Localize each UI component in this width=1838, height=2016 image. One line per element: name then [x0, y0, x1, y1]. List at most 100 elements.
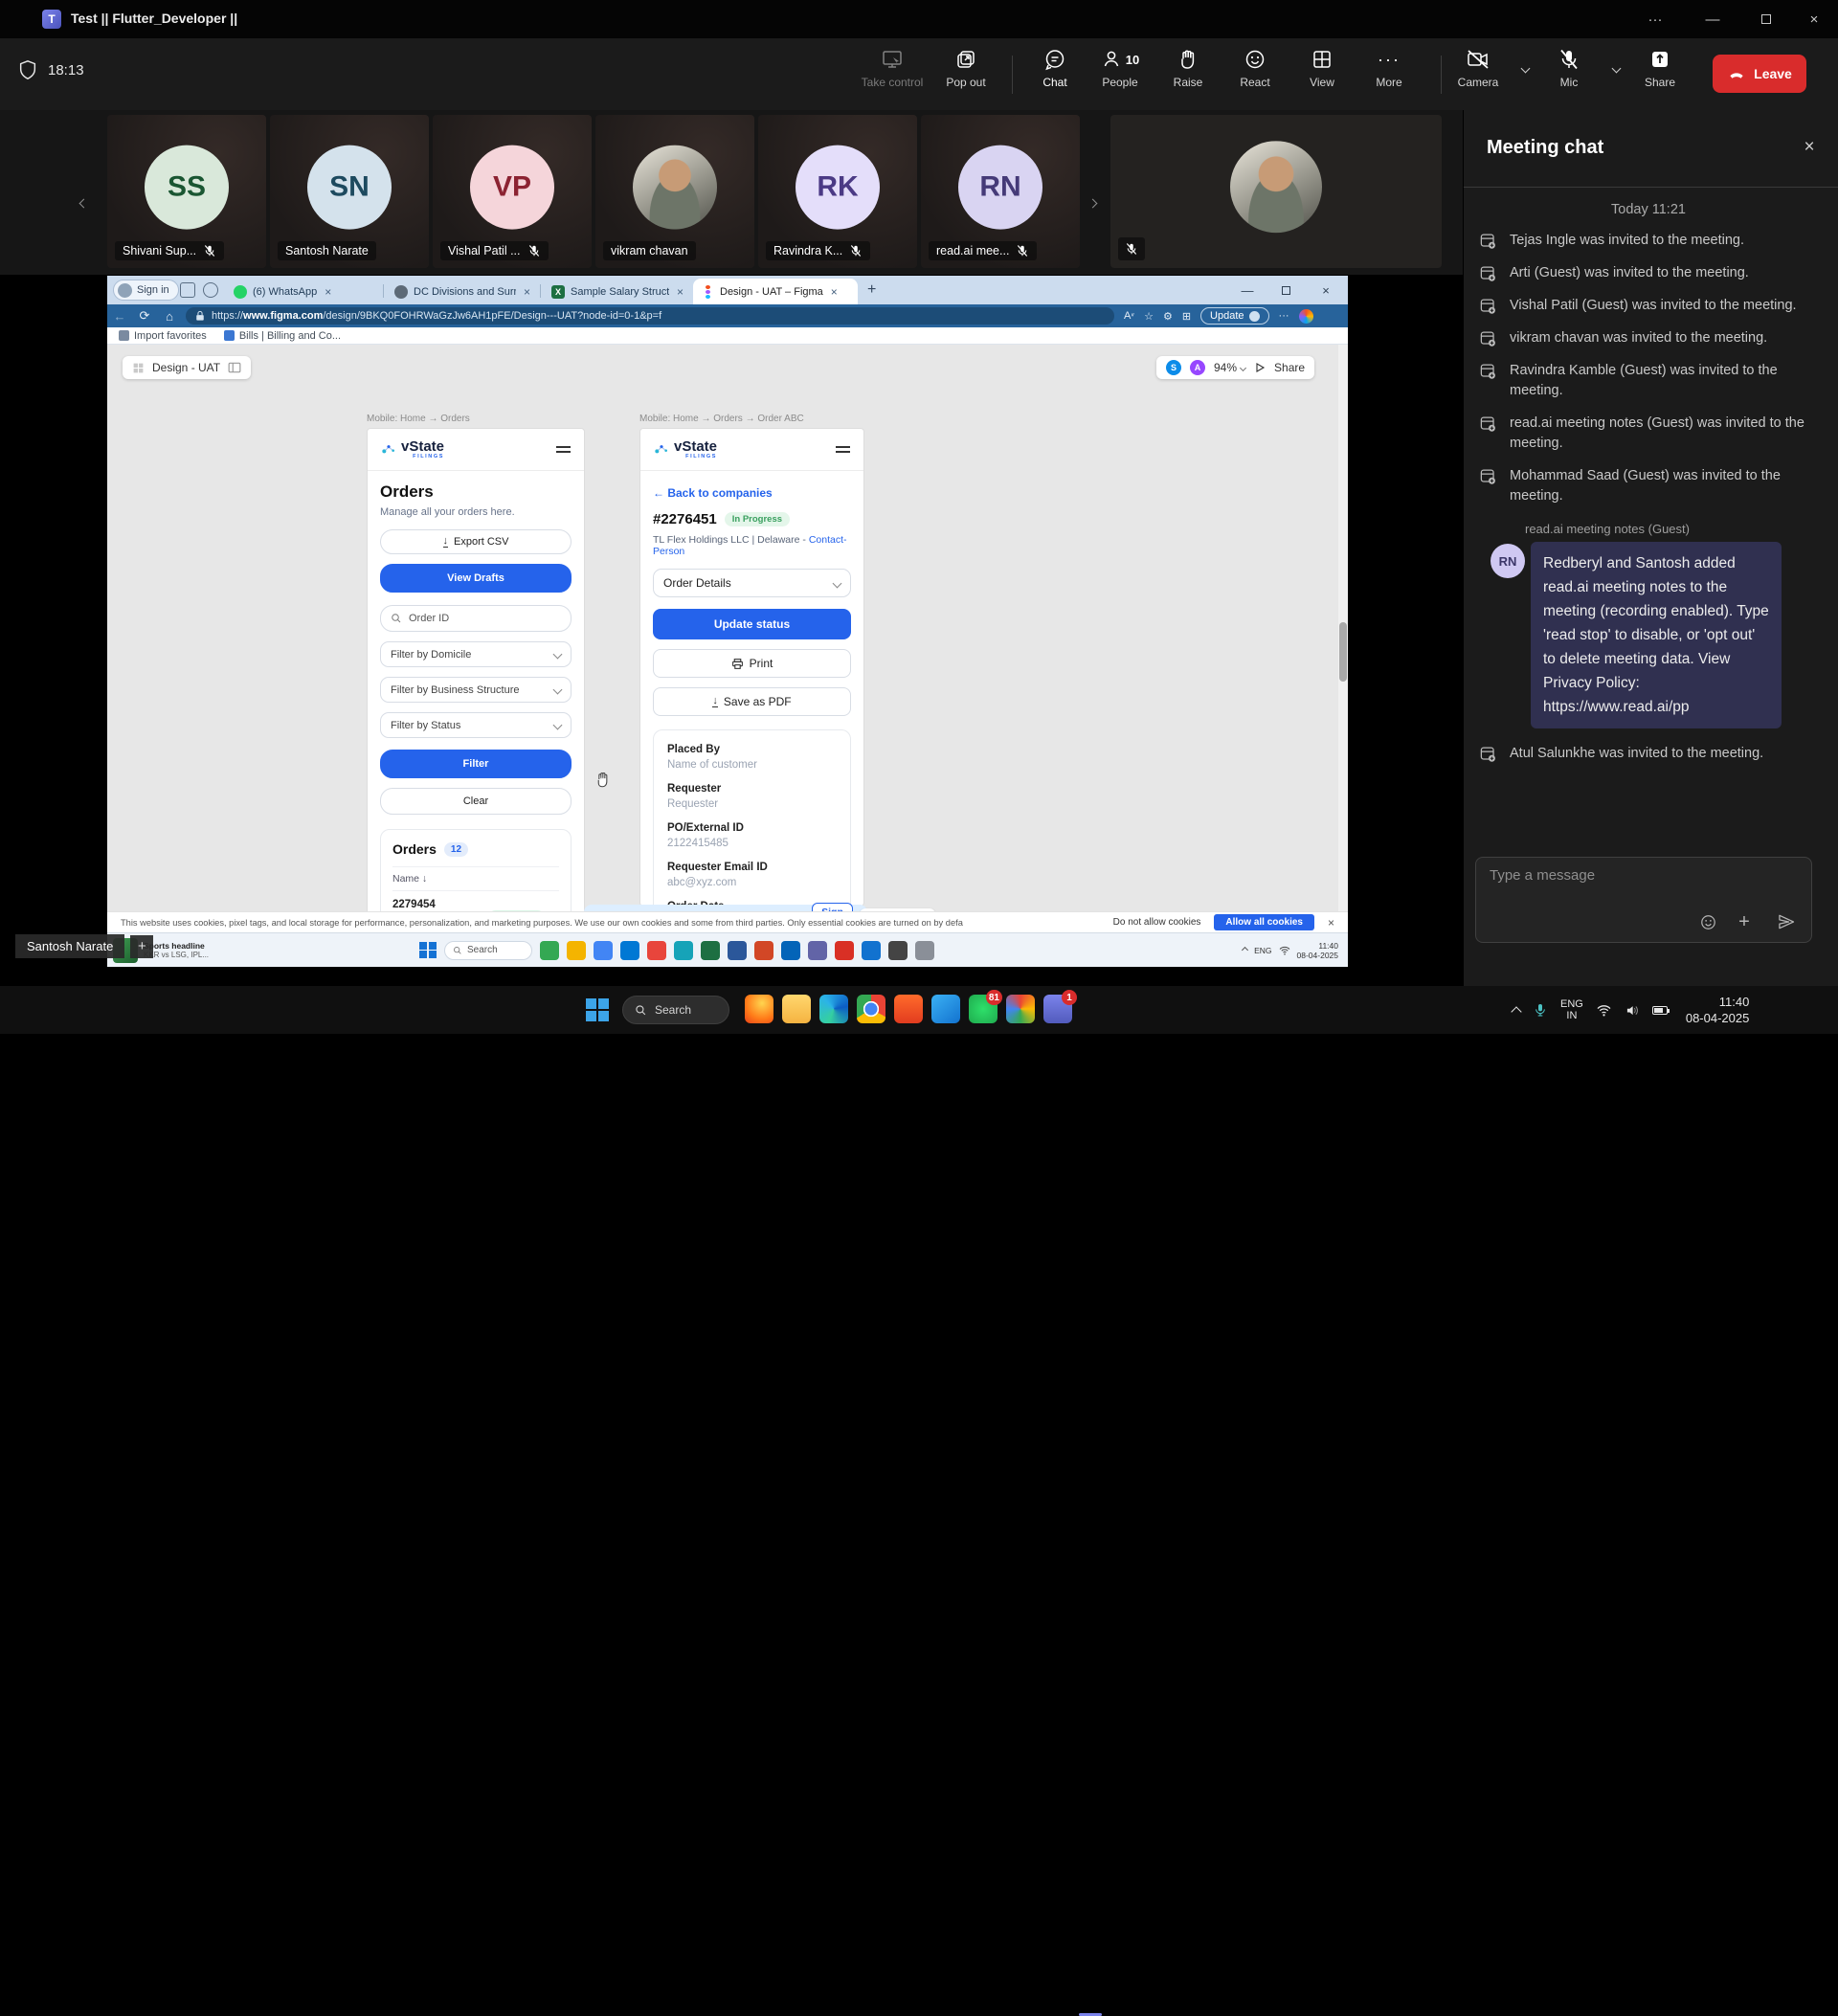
battery-icon[interactable]	[1652, 1006, 1668, 1015]
refresh-icon[interactable]: ⟳	[132, 308, 157, 324]
save-as-pdf-button[interactable]: ↓Save as PDF	[653, 687, 851, 716]
people-button[interactable]: 10 People	[1084, 48, 1156, 89]
shared-app-icon-13[interactable]	[862, 941, 881, 960]
react-button[interactable]: React	[1219, 48, 1291, 89]
taskbar-explorer-icon[interactable]	[782, 995, 811, 1023]
spotlight-tile[interactable]	[1110, 115, 1442, 268]
wifi-icon[interactable]	[1596, 1004, 1612, 1017]
window-close-button[interactable]: ×	[1792, 0, 1836, 38]
shared-app-icon-1[interactable]	[540, 941, 559, 960]
attach-plus-icon[interactable]: +	[1733, 910, 1756, 933]
extensions-icon[interactable]: ⚙	[1163, 310, 1173, 323]
volume-icon[interactable]	[1625, 1003, 1640, 1017]
start-button[interactable]	[586, 998, 609, 1021]
home-icon[interactable]: ⌂	[157, 309, 182, 324]
taskbar-teams-icon[interactable]: 1	[1043, 995, 1072, 1023]
vertical-tabs-icon[interactable]	[203, 282, 218, 298]
language-switcher[interactable]: ENGIN	[1560, 998, 1583, 1021]
favorite-bills[interactable]: Bills | Billing and Co...	[224, 330, 341, 342]
participant-tile[interactable]: RK Ravindra K...	[758, 115, 917, 268]
present-icon[interactable]	[1254, 362, 1266, 373]
deny-cookies-button[interactable]: Do not allow cookies	[1113, 917, 1201, 928]
raise-hand-button[interactable]: Raise	[1152, 48, 1224, 89]
browser-tab-whatsapp[interactable]: (6) WhatsApp×	[226, 279, 381, 304]
shared-app-icon-4[interactable]	[620, 941, 639, 960]
shared-app-icon-6[interactable]	[674, 941, 693, 960]
sign-up-button[interactable]: Sign up	[812, 903, 853, 912]
favorite-import[interactable]: Import favorites	[119, 330, 207, 342]
take-control-button[interactable]: Take control	[856, 48, 929, 89]
view-drafts-button[interactable]: View Drafts	[380, 564, 572, 593]
address-bar[interactable]: https://www.figma.com/design/9BKQ0FOHRWa…	[186, 307, 1114, 325]
taskbar-brave-icon[interactable]	[894, 995, 923, 1023]
back-to-companies-link[interactable]: ← Back to companies	[653, 486, 851, 500]
cookie-close-icon[interactable]: ×	[1328, 916, 1334, 930]
participant-tile[interactable]: VP Vishal Patil ...	[433, 115, 592, 268]
browser-menu-icon[interactable]: ···	[1279, 310, 1289, 322]
order-details-dropdown[interactable]: Order Details	[653, 569, 851, 597]
filter-button[interactable]: Filter	[380, 750, 572, 778]
taskbar-firefox-icon[interactable]	[745, 995, 773, 1023]
share-button[interactable]: Share	[1624, 48, 1696, 89]
continue-with-google-button[interactable]: GContinue	[860, 908, 936, 911]
participant-tile[interactable]: RN read.ai mee...	[921, 115, 1080, 268]
tab-close-icon[interactable]: ×	[524, 285, 530, 299]
shared-app-icon-15[interactable]	[915, 941, 934, 960]
back-icon[interactable]: ←	[107, 309, 132, 324]
new-tab-button[interactable]: +	[867, 281, 876, 299]
participant-tile[interactable]: vikram chavan	[595, 115, 754, 268]
taskbar-edge-icon[interactable]	[819, 995, 848, 1023]
filter-dropdown[interactable]: Filter by Business Structure	[380, 677, 572, 703]
tray-mic-icon[interactable]	[1533, 1002, 1548, 1018]
column-header-name[interactable]: Name ↓	[392, 866, 559, 890]
taskbar-vscode-icon[interactable]	[931, 995, 960, 1023]
hamburger-menu-icon[interactable]	[836, 443, 850, 456]
shared-search-box[interactable]: Search	[444, 941, 532, 960]
order-row[interactable]: 2279454 TL Flex Holdings LLC Complete	[392, 890, 559, 911]
shared-system-tray[interactable]: ENG 11:4008-04-2025	[1243, 941, 1338, 960]
shared-app-icon-10[interactable]	[781, 941, 800, 960]
leave-button[interactable]: Leave	[1713, 55, 1806, 93]
tray-expand-icon[interactable]	[1242, 947, 1248, 953]
shared-app-icon-12[interactable]	[835, 941, 854, 960]
taskbar-google-icon[interactable]	[1006, 995, 1035, 1023]
copilot-icon[interactable]	[1299, 309, 1313, 324]
shared-app-icon-2[interactable]	[567, 941, 586, 960]
window-minimize-button[interactable]: —	[1691, 0, 1735, 38]
figma-frame-orders[interactable]: vStateFILINGS Orders Manage all your ord…	[367, 428, 585, 911]
favorite-star-icon[interactable]: ☆	[1144, 310, 1154, 323]
window-maximize-button[interactable]	[1744, 0, 1788, 38]
shared-app-icon-8[interactable]	[728, 941, 747, 960]
shared-app-icon-5[interactable]	[647, 941, 666, 960]
tab-close-icon[interactable]: ×	[325, 285, 331, 299]
send-icon[interactable]	[1775, 910, 1798, 933]
filter-dropdown[interactable]: Filter by Status	[380, 712, 572, 738]
export-csv-button[interactable]: ↓Export CSV	[380, 529, 572, 554]
taskbar-chrome-icon[interactable]	[857, 995, 885, 1023]
filmstrip-scroll-left-button[interactable]	[71, 187, 96, 219]
browser-tab-figma-active[interactable]: Design - UAT – Figma×	[693, 279, 858, 304]
collaborator-avatar[interactable]: S	[1166, 360, 1181, 375]
shared-app-icon-11[interactable]	[808, 941, 827, 960]
clock[interactable]: 11:4008-04-2025	[1686, 994, 1750, 1026]
browser-scrollbar[interactable]	[1338, 345, 1348, 911]
figma-share-button[interactable]: Share	[1274, 361, 1305, 374]
pop-out-button[interactable]: Pop out	[930, 48, 1002, 89]
workspaces-icon[interactable]	[180, 282, 195, 298]
read-aloud-icon[interactable]: Aᐥ	[1124, 310, 1134, 322]
more-button[interactable]: ··· More	[1353, 48, 1425, 89]
presenter-pin-button[interactable]: +	[130, 935, 153, 958]
hamburger-menu-icon[interactable]	[556, 443, 571, 456]
emoji-icon[interactable]	[1696, 910, 1719, 933]
allow-cookies-button[interactable]: Allow all cookies	[1214, 914, 1314, 930]
print-button[interactable]: Print	[653, 649, 851, 678]
tab-close-icon[interactable]: ×	[677, 285, 684, 299]
participant-tile[interactable]: SN Santosh Narate	[270, 115, 429, 268]
chat-input-box[interactable]: +	[1475, 857, 1812, 943]
taskbar-whatsapp-icon[interactable]: 81	[969, 995, 997, 1023]
zoom-level-dropdown[interactable]: 94%	[1214, 361, 1245, 374]
figma-frame-order-detail[interactable]: vStateFILINGS ← Back to companies #22764…	[639, 428, 864, 907]
browser-close-button[interactable]: ×	[1308, 276, 1344, 304]
browser-minimize-button[interactable]: —	[1229, 276, 1266, 304]
scrollbar-thumb[interactable]	[1339, 622, 1347, 682]
